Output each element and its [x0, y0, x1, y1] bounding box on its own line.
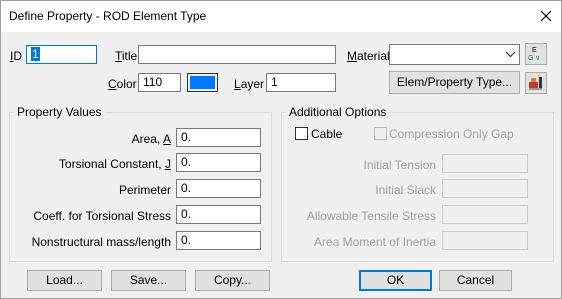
area-field[interactable]: 0.: [176, 128, 261, 147]
element-icon: [529, 77, 542, 90]
color-swatch: [190, 76, 215, 89]
svg-text:G: G: [528, 55, 533, 62]
cancel-button[interactable]: Cancel: [439, 270, 512, 291]
material-eg-icon: E G ν: [528, 47, 540, 62]
nonstructural-mass-label: Nonstructural mass/length: [31, 235, 171, 249]
initial-slack-label: Initial Slack: [375, 183, 436, 197]
close-icon[interactable]: [533, 3, 559, 29]
svg-text:ν: ν: [536, 55, 540, 62]
color-field[interactable]: 110: [138, 73, 181, 92]
area-moment-inertia-field[interactable]: [442, 231, 528, 250]
torsional-constant-label: Torsional Constant, J: [58, 157, 171, 171]
save-button[interactable]: Save...: [111, 270, 186, 291]
color-label: Color: [108, 77, 137, 91]
title-label: Title: [115, 49, 138, 63]
id-field[interactable]: 1: [26, 45, 97, 64]
area-moment-inertia-label: Area Moment of Inertia: [313, 235, 436, 249]
load-button[interactable]: Load...: [27, 270, 102, 291]
define-property-dialog: Define Property - ROD Element Type ID 1 …: [0, 0, 562, 299]
copy-button[interactable]: Copy...: [195, 270, 270, 291]
cable-checkbox[interactable]: [295, 127, 308, 140]
ok-button[interactable]: OK: [359, 270, 432, 291]
elem-property-type-button[interactable]: Elem/Property Type...: [389, 71, 520, 94]
element-type-icon-button[interactable]: [525, 72, 547, 94]
material-select[interactable]: [389, 44, 520, 65]
cable-label: Cable: [311, 127, 343, 141]
torsional-stress-coeff-field[interactable]: 0.: [176, 205, 261, 224]
layer-field[interactable]: 1: [266, 73, 336, 92]
initial-tension-field[interactable]: [442, 154, 528, 173]
id-label: ID: [10, 49, 23, 63]
chevron-down-icon[interactable]: [502, 45, 519, 62]
torsional-stress-coeff-label: Coeff. for Torsional Stress: [33, 209, 171, 223]
compression-only-gap-checkbox[interactable]: [374, 127, 387, 140]
area-label: Area, A: [131, 132, 171, 146]
torsional-constant-field[interactable]: 0.: [176, 153, 261, 172]
perimeter-field[interactable]: 0.: [176, 179, 261, 198]
initial-tension-label: Initial Tension: [363, 158, 437, 172]
layer-label: Layer: [234, 77, 265, 91]
id-value: 1: [31, 47, 40, 61]
window-title: Define Property - ROD Element Type: [9, 9, 207, 23]
title-bar: Define Property - ROD Element Type: [1, 1, 561, 32]
allowable-tensile-stress-label: Allowable Tensile Stress: [306, 209, 436, 223]
title-field[interactable]: [138, 45, 336, 64]
additional-options-title: Additional Options: [286, 105, 390, 119]
svg-text:E: E: [532, 47, 537, 54]
perimeter-label: Perimeter: [118, 183, 171, 197]
material-editor-button[interactable]: E G ν: [525, 43, 547, 65]
nonstructural-mass-field[interactable]: 0.: [176, 231, 261, 250]
initial-slack-field[interactable]: [442, 179, 528, 198]
allowable-tensile-stress-field[interactable]: [442, 205, 528, 224]
property-values-title: Property Values: [14, 105, 105, 119]
material-label: Material: [347, 49, 390, 63]
color-swatch-button[interactable]: [187, 73, 218, 92]
compression-only-gap-label: Compression Only Gap: [389, 127, 514, 141]
